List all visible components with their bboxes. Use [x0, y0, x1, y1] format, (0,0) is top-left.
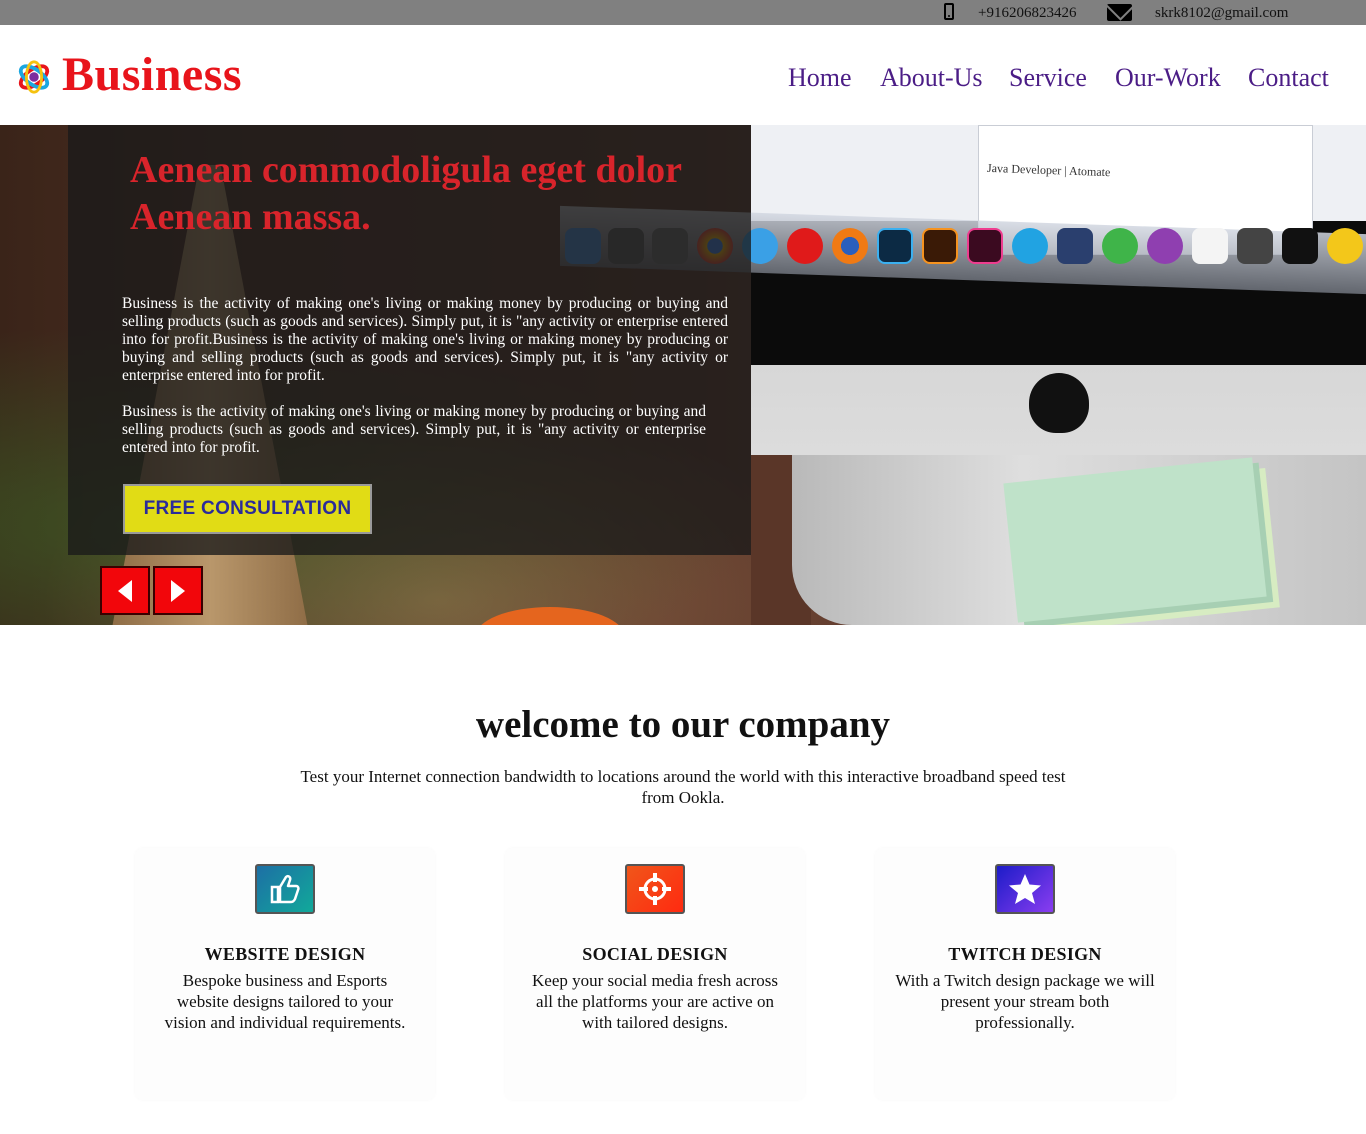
service-card-social-design[interactable]: SOCIAL DESIGN Keep your social media fre…	[505, 848, 805, 1100]
crosshair-glyph	[639, 873, 671, 905]
dock-terminal-icon	[1282, 228, 1318, 264]
service-card-website-design[interactable]: WEBSITE DESIGN Bespoke business and Espo…	[135, 848, 435, 1100]
arrow-right-icon	[171, 579, 185, 602]
phone-icon	[944, 3, 954, 20]
dock-opera-icon	[787, 228, 823, 264]
nav-about-us[interactable]: About-Us	[880, 63, 983, 93]
welcome-text: Test your Internet connection bandwidth …	[300, 767, 1066, 807]
phone-number[interactable]: +916206823426	[978, 5, 1076, 22]
dock-skype-icon	[1012, 228, 1048, 264]
nav-contact[interactable]: Contact	[1248, 63, 1329, 93]
slider-prev-button[interactable]	[100, 566, 150, 615]
dock-mail-icon	[1102, 228, 1138, 264]
service-description: With a Twitch design package we will pre…	[895, 971, 1155, 1032]
hero-sticky-notes	[1003, 457, 1267, 623]
email-address[interactable]: skrk8102@gmail.com	[1155, 5, 1288, 22]
dock-indesign-icon	[967, 228, 1003, 264]
arrow-left-icon	[118, 579, 132, 602]
free-consultation-button[interactable]: FREE CONSULTATION	[123, 484, 372, 534]
star-icon	[995, 864, 1055, 914]
hero-title: Aenean commodoligula eget dolor Aenean m…	[130, 149, 682, 238]
service-description: Bespoke business and Esports website des…	[164, 971, 406, 1032]
hero-slider: Java Developer | Atomate Aenean commodol…	[0, 125, 1366, 625]
envelope-icon	[1107, 4, 1132, 21]
star-glyph	[1009, 874, 1041, 904]
nav-service[interactable]: Service	[1009, 63, 1087, 93]
hero-paragraph-2: Business is the activity of making one's…	[122, 403, 706, 456]
dock-octopus-icon	[1147, 228, 1183, 264]
nav-our-work[interactable]: Our-Work	[1115, 63, 1221, 93]
top-contact-bar: +916206823426 skrk8102@gmail.com	[0, 0, 1366, 25]
site-header: Business Home About-Us Service Our-Work …	[0, 25, 1366, 125]
slider-next-button[interactable]	[153, 566, 203, 615]
dock-app-icon	[1057, 228, 1093, 264]
service-card-twitch-design[interactable]: TWITCH DESIGN With a Twitch design packa…	[875, 848, 1175, 1100]
thumbs-up-glyph	[270, 874, 300, 904]
service-title: WEBSITE DESIGN	[204, 944, 366, 964]
service-title: SOCIAL DESIGN	[582, 944, 728, 964]
thumbs-up-icon	[255, 864, 315, 914]
service-title: TWITCH DESIGN	[948, 944, 1102, 964]
dock-photoshop-icon	[877, 228, 913, 264]
hero-paragraph-1: Business is the activity of making one's…	[122, 295, 728, 384]
service-description: Keep your social media fresh across all …	[532, 971, 778, 1032]
logo-icon[interactable]	[15, 58, 53, 96]
apple-logo-icon	[1029, 373, 1089, 433]
logo-text[interactable]: Business	[62, 47, 242, 102]
dock-duck-icon	[1327, 228, 1363, 264]
dock-calculator-icon	[1237, 228, 1273, 264]
welcome-title: welcome to our company	[475, 703, 891, 746]
dock-firefox-icon	[832, 228, 868, 264]
crosshair-icon	[625, 864, 685, 914]
nav-home[interactable]: Home	[788, 63, 852, 93]
dock-calendar-icon	[1192, 228, 1228, 264]
dock-illustrator-icon	[922, 228, 958, 264]
